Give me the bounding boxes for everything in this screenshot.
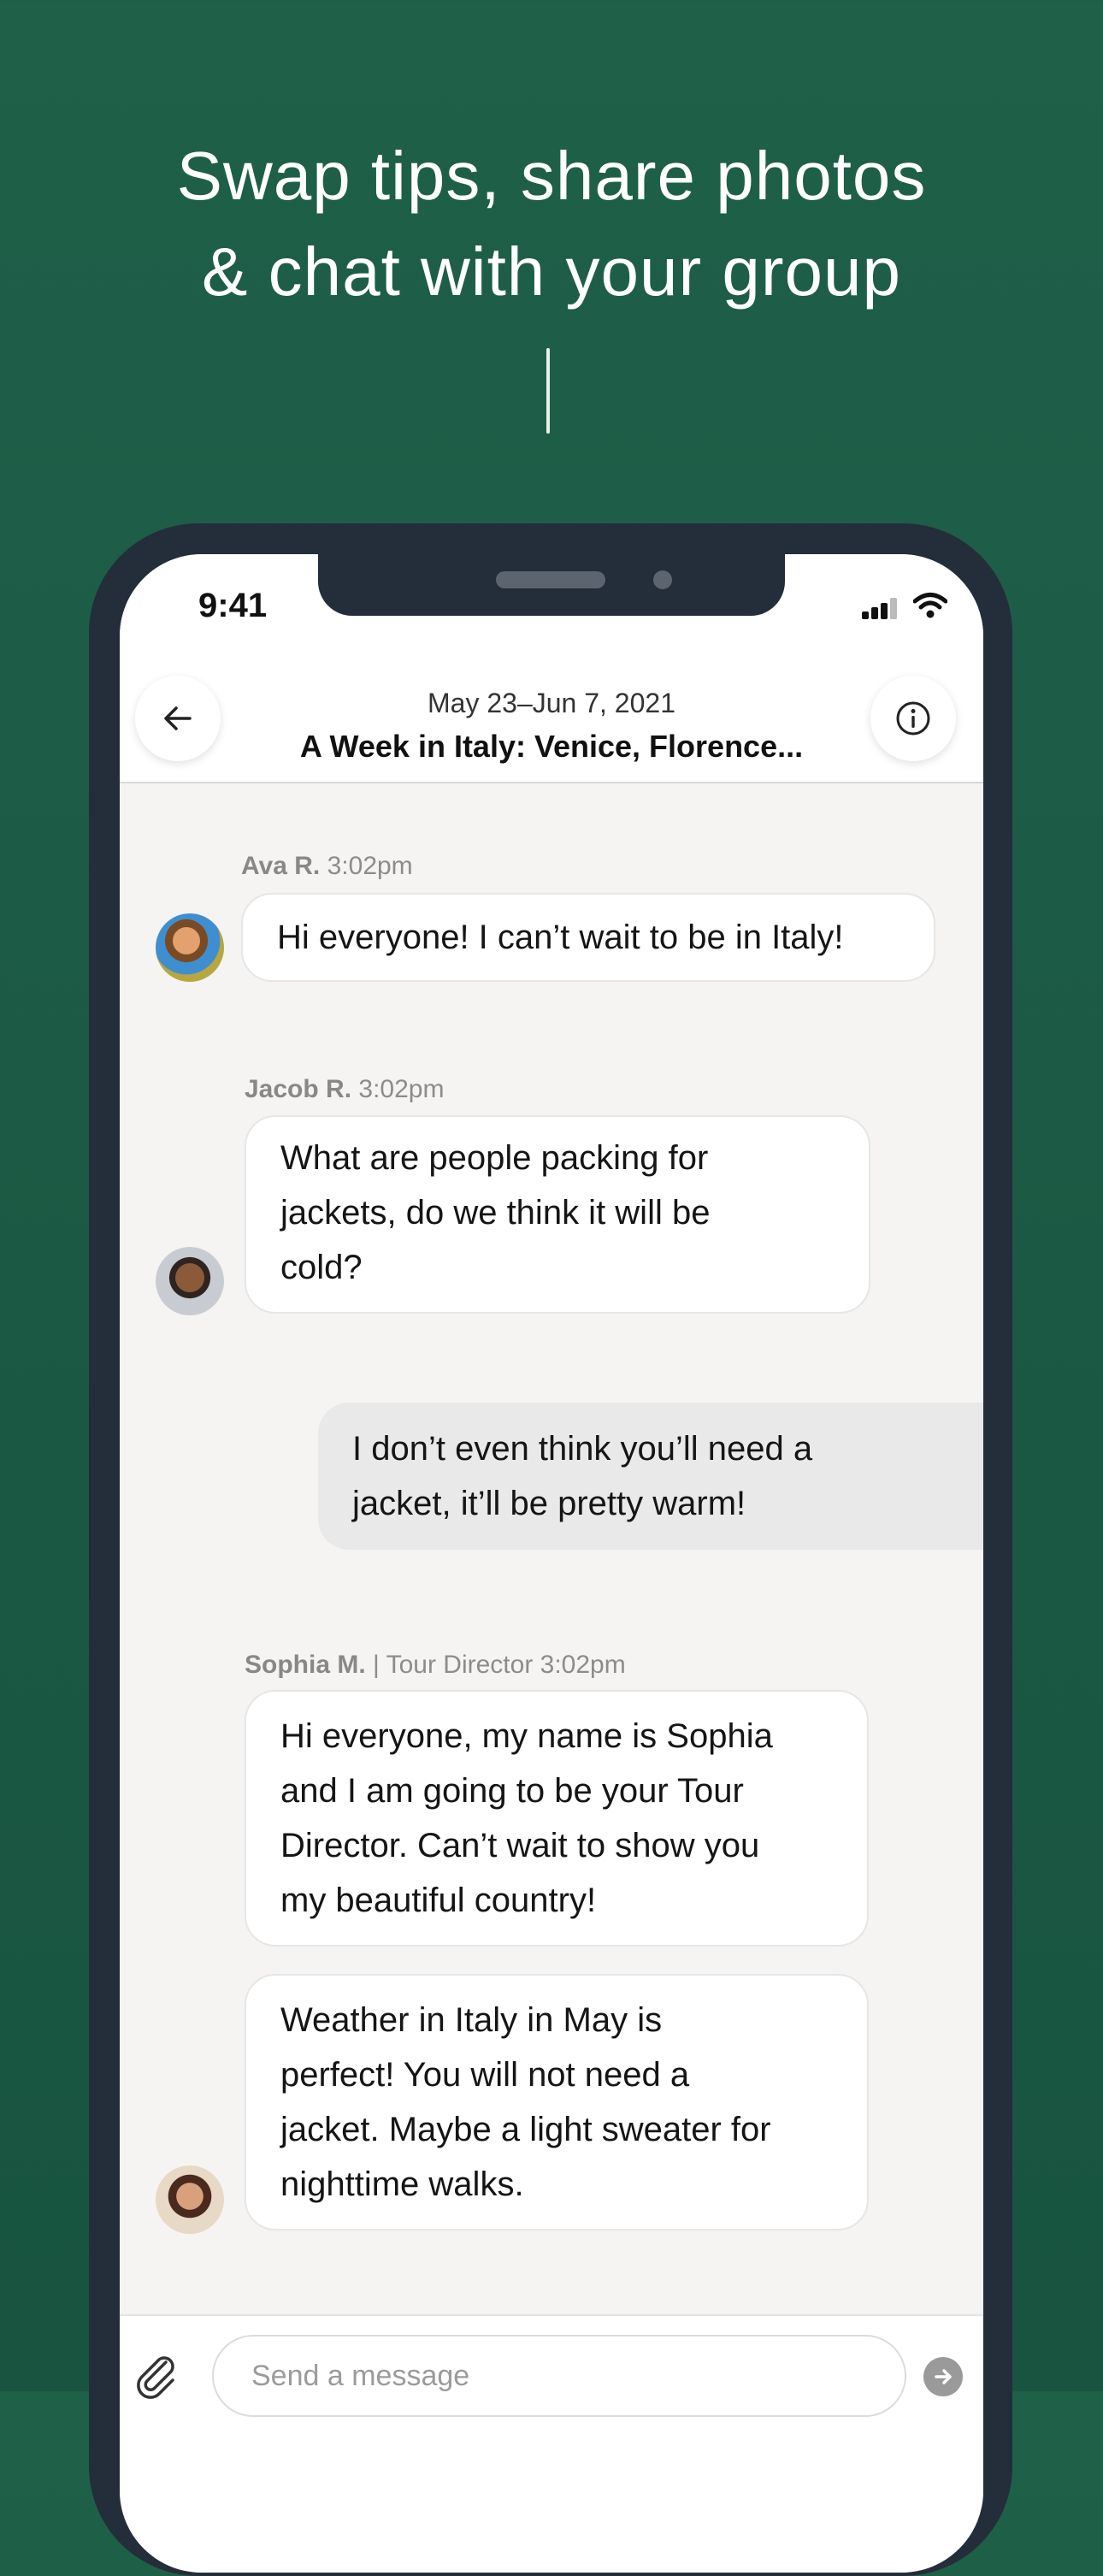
sent-message-bubble: I don’t even think you’ll need a jacket,…: [318, 1403, 983, 1550]
message-text-line: nighttime walks.: [280, 2165, 524, 2203]
message-time: 3:02pm: [327, 852, 413, 880]
message-text-line: and I am going to be your Tour: [280, 1772, 744, 1810]
promo-headline-line-2: & chat with your group: [202, 233, 901, 310]
message-text-line: Hi everyone, my name is Sophia: [280, 1717, 773, 1755]
promo-divider: [546, 348, 550, 434]
sender-name: Ava R.: [241, 852, 321, 880]
message-bubble: What are people packing for jackets, do …: [245, 1115, 870, 1314]
message-text-line: cold?: [280, 1249, 363, 1286]
avatar-sophia[interactable]: [156, 2165, 224, 2234]
message-input[interactable]: [212, 2335, 906, 2417]
sender-name: Sophia M.: [245, 1651, 366, 1679]
status-time: 9:41: [198, 587, 268, 624]
message-bubble: Weather in Italy in May is perfect! You …: [245, 1974, 869, 2230]
message-text-line: jacket. Maybe a light sweater for: [280, 2111, 771, 2148]
send-button[interactable]: [923, 2357, 963, 2396]
message-time: 3:02pm: [358, 1075, 445, 1103]
message-meta-ava: Ava R. 3:02pm: [241, 852, 413, 881]
paperclip-icon[interactable]: [132, 2350, 183, 2402]
message-bubble: Hi everyone! I can’t wait to be in Italy…: [241, 893, 935, 982]
message-text-line: my beautiful country!: [280, 1882, 597, 1919]
sender-role: | Tour Director: [373, 1651, 534, 1679]
message-meta-jacob: Jacob R. 3:02pm: [245, 1075, 444, 1104]
chat-header: May 23–Jun 7, 2021 A Week in Italy: Veni…: [120, 657, 983, 783]
notch-camera: [653, 570, 672, 589]
status-bar: 9:41: [120, 554, 983, 657]
arrow-right-icon: [935, 2369, 952, 2384]
wifi-icon: [913, 593, 947, 618]
phone-notch: [318, 554, 785, 616]
message-composer: [120, 2314, 983, 2573]
info-button[interactable]: [870, 676, 956, 761]
trip-title: A Week in Italy: Venice, Florence...: [299, 729, 804, 764]
avatar-ava[interactable]: [156, 913, 224, 982]
notch-speaker: [496, 571, 605, 588]
cellular-signal-icon: [862, 597, 900, 619]
info-icon: [896, 701, 930, 736]
message-text-line: jackets, do we think it will be: [280, 1194, 711, 1232]
message-meta-sophia: Sophia M. | Tour Director 3:02pm: [245, 1651, 626, 1680]
promo-headline: Swap tips, share photos & chat with your…: [0, 128, 1103, 320]
message-text-line: What are people packing for: [280, 1139, 709, 1177]
phone-screen: 9:41 May 23–Jun 7, 2021 A Week in Italy:…: [120, 554, 983, 2573]
message-text-line: jacket, it’ll be pretty warm!: [352, 1485, 746, 1522]
message-text-line: Director. Can’t wait to show you: [280, 1827, 760, 1864]
message-text-line: perfect! You will not need a: [280, 2056, 690, 2094]
sender-name: Jacob R.: [245, 1075, 352, 1103]
message-bubble: Hi everyone, my name is Sophia and I am …: [245, 1690, 869, 1947]
promo-headline-line-1: Swap tips, share photos: [176, 138, 927, 214]
avatar-jacob[interactable]: [156, 1247, 224, 1315]
message-text-line: I don’t even think you’ll need a: [352, 1430, 813, 1468]
message-text-line: Weather in Italy in May is: [280, 2001, 663, 2039]
message-text-line: Hi everyone! I can’t wait to be in Italy…: [277, 919, 844, 956]
message-time: 3:02pm: [540, 1651, 626, 1679]
trip-dates: May 23–Jun 7, 2021: [428, 688, 675, 718]
